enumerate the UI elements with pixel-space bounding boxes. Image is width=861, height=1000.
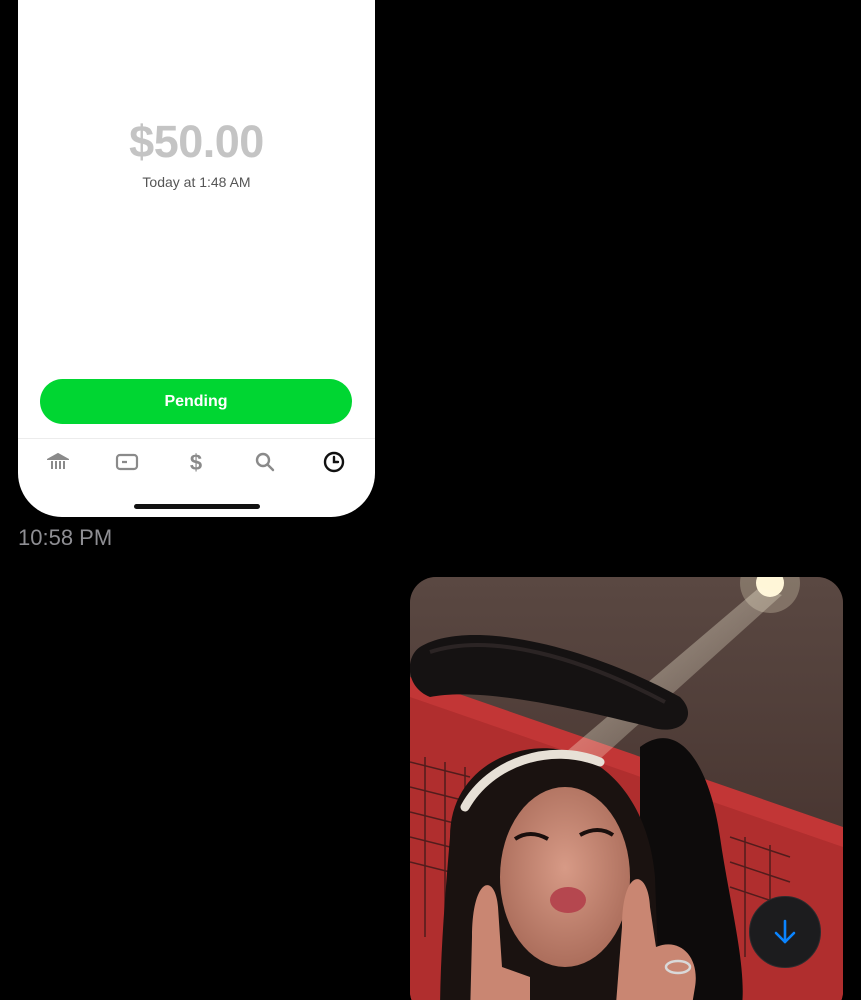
tab-activity[interactable] bbox=[312, 444, 356, 480]
card-icon bbox=[115, 453, 139, 471]
home-indicator bbox=[134, 504, 260, 509]
tab-search[interactable] bbox=[243, 444, 287, 480]
svg-text:$: $ bbox=[190, 450, 202, 474]
tab-banking[interactable] bbox=[36, 444, 80, 480]
bank-icon bbox=[47, 452, 69, 469]
payment-amount: $50.00 bbox=[129, 116, 264, 167]
tab-bar: $ bbox=[36, 444, 356, 480]
dollar-icon: $ bbox=[190, 450, 202, 474]
search-icon bbox=[255, 452, 275, 472]
tab-bar-divider bbox=[18, 438, 375, 439]
payment-datetime: Today at 1:48 AM bbox=[142, 174, 251, 190]
payment-screenshot: $50.00 Today at 1:48 AM Pending $ bbox=[18, 0, 375, 517]
arrow-down-icon bbox=[774, 919, 796, 944]
pending-button[interactable]: Pending bbox=[40, 379, 352, 424]
clock-icon bbox=[323, 451, 345, 473]
tab-card[interactable] bbox=[105, 444, 149, 480]
scroll-to-bottom-button[interactable] bbox=[749, 896, 821, 968]
message-timestamp: 10:58 PM bbox=[18, 525, 113, 550]
tab-pay[interactable]: $ bbox=[174, 444, 218, 480]
